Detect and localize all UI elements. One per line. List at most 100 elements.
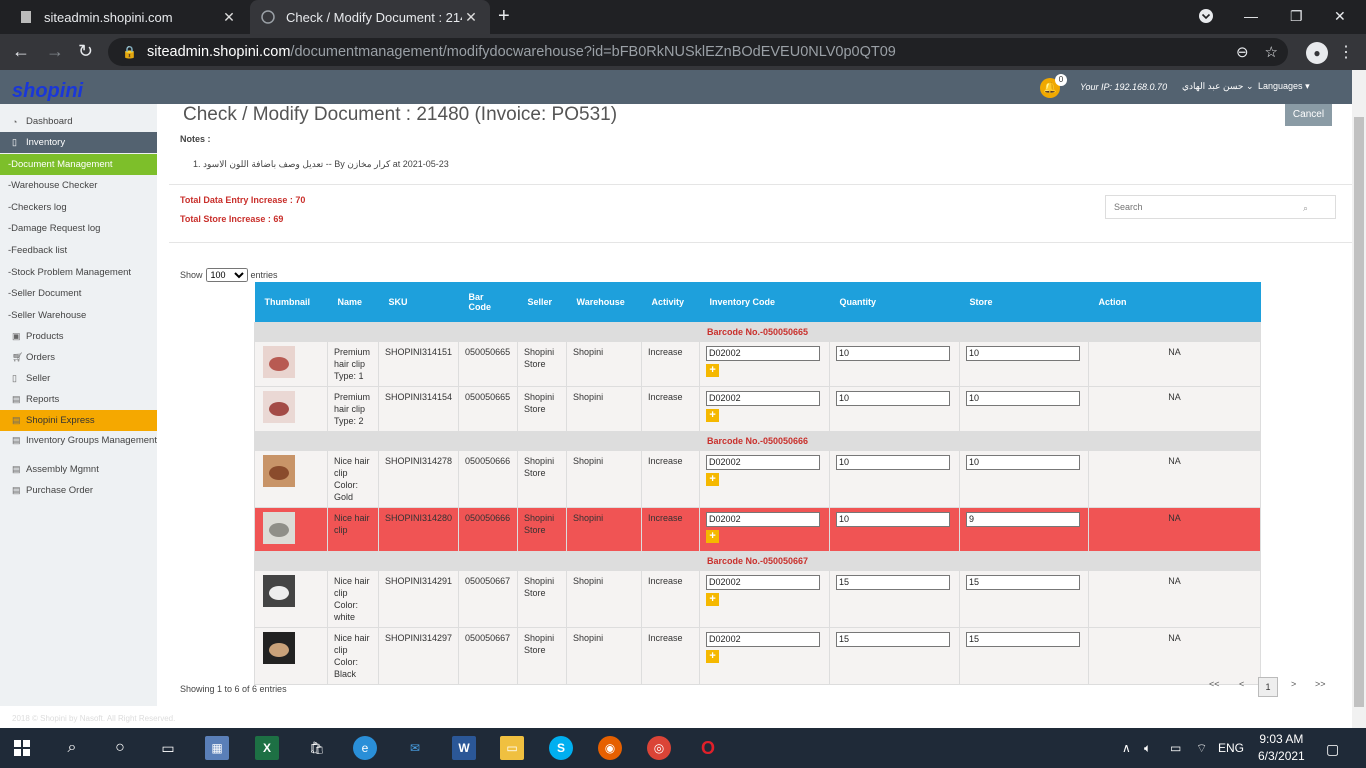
sidebar-item-stock-problem[interactable]: -Stock Problem Management: [0, 261, 157, 283]
first-page-button[interactable]: <<: [1209, 679, 1220, 689]
opera-icon[interactable]: O: [696, 736, 720, 760]
sidebar-item-inventory[interactable]: ▯ Inventory: [0, 132, 157, 153]
chrome-icon[interactable]: ◎: [647, 736, 671, 760]
word-icon[interactable]: W: [452, 736, 476, 760]
sidebar-item-seller-document[interactable]: -Seller Document: [0, 283, 157, 305]
col-inventory-code[interactable]: Inventory Code: [699, 282, 830, 322]
volume-icon[interactable]: 🔈︎: [1144, 741, 1151, 756]
new-tab-button[interactable]: +: [498, 6, 510, 26]
add-inventory-code-button[interactable]: +: [706, 592, 720, 606]
inventory-code-input[interactable]: D02002: [706, 511, 821, 527]
quantity-input[interactable]: 10: [836, 390, 951, 406]
profile-avatar-icon[interactable]: ●: [1306, 42, 1328, 64]
inventory-code-input[interactable]: D02002: [706, 574, 821, 590]
sidebar-item-reports[interactable]: ▤ Reports: [0, 389, 157, 410]
sidebar-item-document-management[interactable]: -Document Management: [0, 154, 165, 175]
input-language[interactable]: ENG: [1218, 741, 1244, 755]
col-quantity[interactable]: Quantity: [829, 282, 960, 322]
sidebar-item-damage-request-log[interactable]: -Damage Request log: [0, 218, 157, 240]
search-input[interactable]: [1105, 195, 1336, 219]
minimize-icon[interactable]: —: [1244, 8, 1258, 24]
cortana-icon[interactable]: ○: [108, 736, 132, 760]
sidebar-item-purchase-order[interactable]: ▤ Purchase Order: [0, 480, 157, 501]
sidebar-item-seller-warehouse[interactable]: -Seller Warehouse: [0, 305, 157, 327]
inventory-code-input[interactable]: D02002: [706, 390, 821, 406]
col-sku[interactable]: SKU: [378, 282, 459, 322]
store-input[interactable]: 10: [966, 345, 1081, 361]
store-icon[interactable]: 🛍︎: [305, 736, 329, 760]
quantity-input[interactable]: 10: [836, 454, 951, 470]
close-tab-icon[interactable]: ✕: [220, 9, 238, 26]
zoom-icon[interactable]: ⊖: [1236, 43, 1249, 61]
col-warehouse[interactable]: Warehouse: [566, 282, 642, 322]
col-seller[interactable]: Seller: [517, 282, 567, 322]
browser-tab-1[interactable]: siteadmin.shopini.com ✕: [8, 0, 248, 34]
add-inventory-code-button[interactable]: +: [706, 649, 720, 663]
calculator-icon[interactable]: ▦: [205, 736, 229, 760]
store-input[interactable]: 15: [966, 574, 1081, 590]
back-icon[interactable]: ←: [12, 42, 30, 60]
sidebar-item-feedback-list[interactable]: -Feedback list: [0, 240, 157, 262]
col-barcode[interactable]: Bar Code: [458, 282, 518, 322]
reload-icon[interactable]: ↻: [78, 42, 93, 60]
shopini-logo[interactable]: shopini: [12, 80, 83, 103]
scrollbar-thumb[interactable]: [1354, 117, 1364, 707]
system-clock[interactable]: 9:03 AM 6/3/2021: [1258, 731, 1305, 765]
task-view-icon[interactable]: ▭: [156, 736, 180, 760]
edge-icon[interactable]: e: [353, 736, 377, 760]
inventory-code-input[interactable]: D02002: [706, 454, 821, 470]
store-input[interactable]: 9: [966, 511, 1081, 527]
profile-down-icon[interactable]: [1198, 8, 1214, 27]
close-window-icon[interactable]: ✕: [1334, 8, 1346, 25]
add-inventory-code-button[interactable]: +: [706, 529, 720, 543]
battery-icon[interactable]: ▭: [1170, 741, 1181, 755]
windows-start-icon[interactable]: [10, 736, 34, 760]
col-name[interactable]: Name: [327, 282, 379, 322]
store-input[interactable]: 10: [966, 454, 1081, 470]
notifications-icon[interactable]: ▢: [1326, 741, 1339, 758]
sidebar-item-checkers-log[interactable]: -Checkers log: [0, 197, 157, 219]
col-store[interactable]: Store: [959, 282, 1089, 322]
url-field[interactable]: 🔒 siteadmin.shopini.com /documentmanagem…: [108, 38, 1288, 66]
product-thumbnail[interactable]: [263, 454, 295, 487]
user-menu[interactable]: حسن عبد الهادي ⌄: [1182, 81, 1254, 92]
quantity-input[interactable]: 10: [836, 511, 951, 527]
bookmark-star-icon[interactable]: ☆: [1265, 43, 1278, 61]
sidebar-item-orders[interactable]: 🛒︎ Orders: [0, 347, 157, 368]
add-inventory-code-button[interactable]: +: [706, 472, 720, 486]
sidebar-item-warehouse-checker[interactable]: -Warehouse Checker: [0, 175, 157, 197]
col-thumbnail[interactable]: Thumbnail: [254, 282, 328, 322]
entries-select[interactable]: 100: [205, 268, 248, 282]
store-input[interactable]: 10: [966, 390, 1081, 406]
restore-icon[interactable]: ❐: [1290, 8, 1303, 25]
product-thumbnail[interactable]: [263, 345, 295, 378]
product-thumbnail[interactable]: [263, 574, 295, 607]
excel-icon[interactable]: X: [255, 736, 279, 760]
tray-chevron-icon[interactable]: ∧: [1122, 741, 1131, 755]
browser-menu-icon[interactable]: ⋮: [1338, 42, 1354, 62]
product-thumbnail[interactable]: [263, 511, 295, 544]
sidebar-item-seller[interactable]: ▯ Seller: [0, 368, 157, 389]
browser-tab-2[interactable]: Check / Modify Document : 2148 ✕: [250, 0, 490, 34]
inventory-code-input[interactable]: D02002: [706, 345, 821, 361]
close-tab-icon[interactable]: ✕: [462, 9, 480, 26]
wifi-icon[interactable]: ⌔: [1196, 741, 1207, 756]
sidebar-item-dashboard[interactable]: ◔ Dashboard: [0, 111, 157, 132]
quantity-input[interactable]: 15: [836, 574, 951, 590]
current-page-button[interactable]: 1: [1258, 677, 1278, 697]
mail-icon[interactable]: ✉: [403, 736, 427, 760]
file-explorer-icon[interactable]: ▭: [500, 736, 524, 760]
cancel-button[interactable]: Cancel: [1285, 104, 1332, 126]
add-inventory-code-button[interactable]: +: [706, 363, 720, 377]
next-page-button[interactable]: >: [1291, 679, 1296, 689]
prev-page-button[interactable]: <: [1239, 679, 1244, 689]
forward-icon[interactable]: →: [46, 42, 64, 60]
quantity-input[interactable]: 15: [836, 631, 951, 647]
col-action[interactable]: Action: [1088, 282, 1261, 322]
last-page-button[interactable]: >>: [1315, 679, 1326, 689]
skype-icon[interactable]: S: [549, 736, 573, 760]
sidebar-item-products[interactable]: ▣ Products: [0, 326, 157, 347]
sidebar-item-assembly[interactable]: ▤ Assembly Mgmnt: [0, 459, 157, 480]
sidebar-item-shopini-express[interactable]: ▤ Shopini Express: [0, 410, 157, 432]
product-thumbnail[interactable]: [263, 390, 295, 423]
